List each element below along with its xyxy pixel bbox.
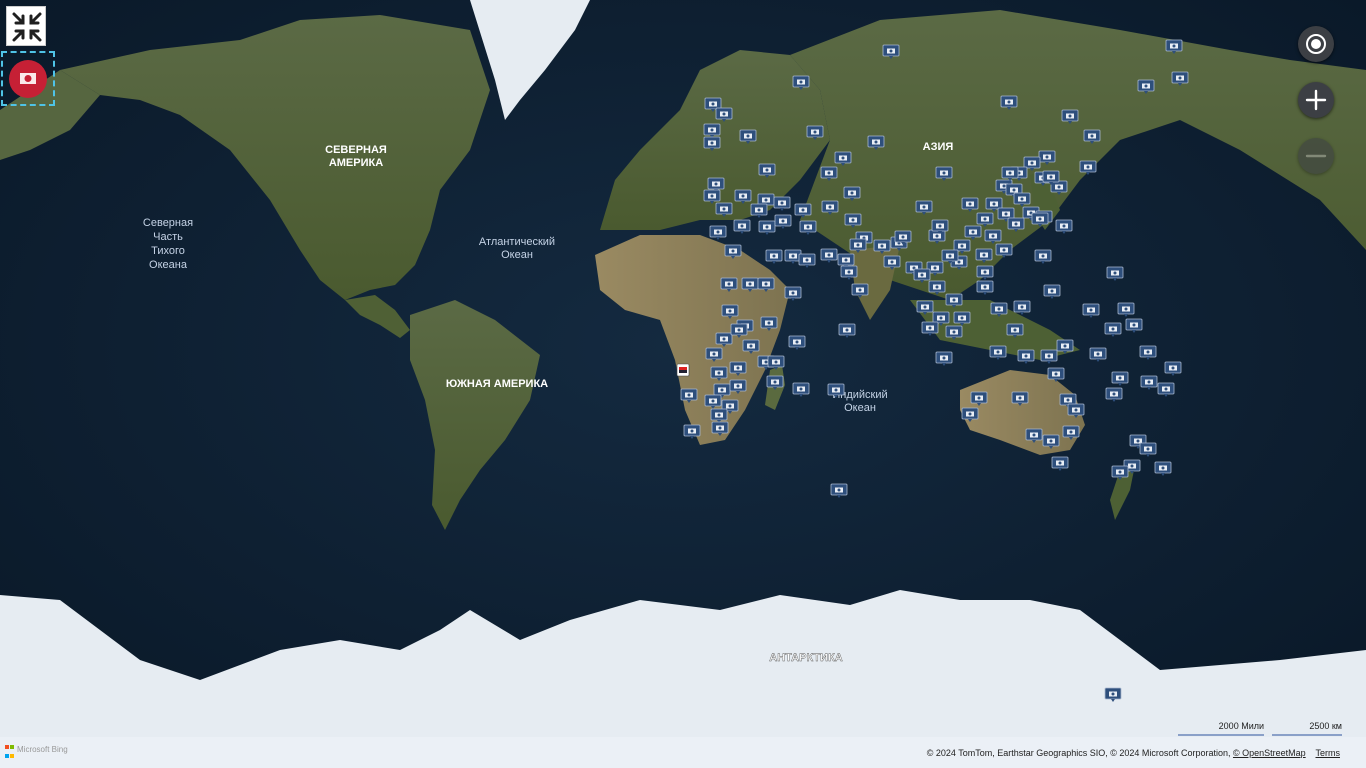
- highlighted-marker[interactable]: [676, 363, 690, 377]
- label-north-america: СЕВЕРНАЯ АМЕРИКА: [325, 144, 387, 169]
- label-antarctica: АНТАРКТИКА: [769, 652, 843, 664]
- label-asia: АЗИЯ: [923, 141, 954, 153]
- map-label-line: Северная: [143, 217, 193, 229]
- bing-logo: Microsoft Bing: [5, 745, 68, 763]
- scale-km-label: 2500 км: [1309, 721, 1342, 731]
- locate-me-button[interactable]: [1298, 26, 1334, 62]
- map-label-line: АНТАРКТИКА: [769, 652, 843, 664]
- attribution: © 2024 TomTom, Earthstar Geographics SIO…: [927, 748, 1340, 758]
- label-south-america: ЮЖНАЯ АМЕРИКА: [446, 378, 548, 390]
- exit-fullscreen-button[interactable]: [6, 6, 46, 46]
- zoom-out-button[interactable]: [1298, 138, 1334, 174]
- plus-icon: [1305, 89, 1327, 111]
- map-label-line: Тихого: [151, 245, 185, 257]
- scale-miles-bar: [1178, 734, 1264, 736]
- terms-link[interactable]: Terms: [1316, 748, 1341, 758]
- map-label-line: Атлантический: [479, 236, 555, 248]
- map-label-line: АМЕРИКА: [329, 157, 383, 169]
- map-label-line: АЗИЯ: [923, 141, 954, 153]
- site-logo-icon: [9, 60, 47, 98]
- exit-fullscreen-icon: [12, 12, 42, 42]
- map-label-line: Океан: [844, 402, 876, 414]
- minus-icon: [1305, 154, 1327, 158]
- scale-miles: 2000 Мили: [1178, 721, 1264, 736]
- locate-me-icon: [1306, 34, 1326, 54]
- map-label-line: ЮЖНАЯ АМЕРИКА: [446, 378, 548, 390]
- zoom-in-button[interactable]: [1298, 82, 1334, 118]
- map-label-line: СЕВЕРНАЯ: [325, 144, 387, 156]
- scale-miles-label: 2000 Мили: [1218, 721, 1264, 731]
- osm-link[interactable]: © OpenStreetMap: [1233, 748, 1306, 758]
- copyright-text: © 2024 TomTom, Earthstar Geographics SIO…: [926, 748, 1231, 758]
- scale-km-bar: [1272, 734, 1342, 736]
- map-label-line: Часть: [153, 231, 183, 243]
- bing-brand-label: Microsoft Bing: [17, 745, 68, 754]
- scale-km: 2500 км: [1272, 721, 1342, 736]
- site-logo-button[interactable]: [1, 51, 55, 106]
- map-label-line: Океана: [149, 259, 188, 271]
- map-canvas[interactable]: СЕВЕРНАЯ АМЕРИКА ЮЖНАЯ АМЕРИКА АЗИЯ АНТАР…: [0, 0, 1366, 768]
- map-label-line: Океан: [501, 249, 533, 261]
